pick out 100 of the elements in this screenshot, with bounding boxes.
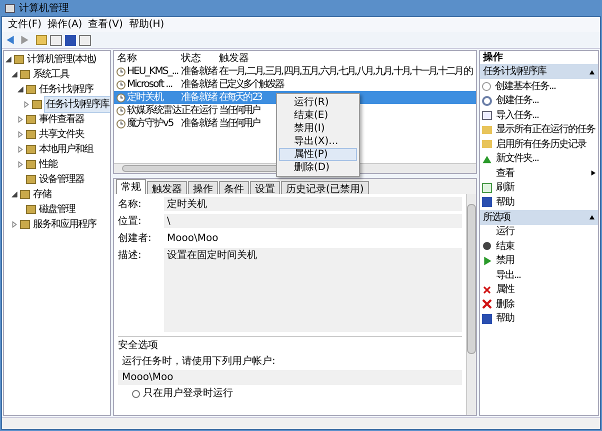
action-link[interactable]: 导入任务... xyxy=(496,108,539,123)
table-cell-text: 准备就绪 xyxy=(181,116,218,131)
table-cell-text: 当任何用户 xyxy=(219,104,259,118)
collapsed-arrow-icon[interactable] xyxy=(11,221,18,228)
menu-item[interactable]: 操作(A) xyxy=(48,17,82,32)
action-link[interactable]: 导出... xyxy=(496,268,521,283)
panel-icon[interactable] xyxy=(50,34,62,46)
table-cell-text: 定时关机 xyxy=(127,90,163,104)
text-field[interactable]: \ xyxy=(164,214,462,228)
task-row[interactable]: HEU_KMS_... 准备就绪 在 一月, 二月, 三月, 四月, 五月, 六月, 七月, 八月, 九月, 十月, 十一月, 十二月 的 xyxy=(114,65,472,78)
tree-item[interactable]: 性能 xyxy=(38,157,58,172)
task-row[interactable]: 魔方守护v5 准备就绪 当任何用户 xyxy=(114,117,259,130)
table-cell-text: HEU_KMS_... xyxy=(127,65,178,79)
tree-item[interactable]: 磁盘管理 xyxy=(38,202,76,217)
field-label: 描述: xyxy=(118,248,142,263)
vertical-scrollbar[interactable] xyxy=(466,194,476,415)
back-arrow-icon[interactable] xyxy=(6,35,16,45)
collapsed-arrow-icon[interactable] xyxy=(17,161,24,168)
table-cell-text: 软媒系统雷达 xyxy=(127,104,181,118)
action-link[interactable]: 查看 xyxy=(496,166,514,181)
tab[interactable]: 设置 xyxy=(250,181,280,194)
tree-item[interactable]: 服务和应用程序 xyxy=(32,217,97,232)
prompt-text: 运行任务时，请使用下列用户帐户: xyxy=(121,354,276,369)
tree-item[interactable]: 事件查看器 xyxy=(38,112,85,127)
section-header[interactable]: 任务计划程序库 xyxy=(480,64,598,79)
table-cell-text: 已定义多个触发器 xyxy=(219,78,283,92)
expanded-arrow-icon[interactable] xyxy=(11,71,18,78)
menu-item[interactable]: 属性(P) xyxy=(279,148,357,161)
tree-item[interactable]: 存储 xyxy=(32,187,52,202)
collapse-arrow-icon[interactable] xyxy=(589,214,595,220)
collapse-arrow-icon[interactable] xyxy=(589,68,595,74)
menu-item[interactable]: 结束(E) xyxy=(279,109,357,122)
account-field: Mooo\Moo xyxy=(118,370,462,385)
task-row[interactable]: Microsoft ... 准备就绪 已定义多个触发器 xyxy=(114,78,283,91)
tree-item[interactable]: 系统工具 xyxy=(32,67,70,82)
action-link[interactable]: 删除 xyxy=(496,296,514,312)
action-link[interactable]: 启用所有任务历史记录 xyxy=(496,136,586,152)
tree-item[interactable]: 计算机管理(本地) xyxy=(26,52,97,67)
delete-icon xyxy=(482,299,492,310)
table-cell-text: 准备就绪 xyxy=(181,64,218,78)
action-link[interactable]: 创建基本任务... xyxy=(495,78,556,94)
play-icon xyxy=(482,256,492,266)
collapsed-arrow-icon[interactable] xyxy=(17,131,24,138)
window-title: 计算机管理 xyxy=(19,2,69,16)
field-label: 创建者: xyxy=(118,232,152,246)
submenu-arrow-icon xyxy=(590,170,596,176)
column-header[interactable]: 状态 xyxy=(181,50,219,66)
tree-item[interactable]: 本地用户和组 xyxy=(38,142,94,157)
task-row[interactable]: 软媒系统雷达正在运行 当任何用户 xyxy=(114,104,259,117)
collapsed-arrow-icon[interactable] xyxy=(23,101,30,108)
action-link[interactable]: 新文件夹... xyxy=(496,151,539,166)
collapsed-arrow-icon[interactable] xyxy=(17,116,24,123)
action-link[interactable]: 属性 xyxy=(496,282,514,298)
action-link[interactable]: 显示所有正在运行的任务 xyxy=(496,122,595,138)
table-cell-text: 魔方守护v5 xyxy=(127,116,174,131)
expanded-arrow-icon[interactable] xyxy=(17,86,24,93)
tab[interactable]: 常规 xyxy=(116,179,146,194)
tab[interactable]: 历史记录(已禁用) xyxy=(281,181,369,194)
menu-item[interactable]: 导出(X)... xyxy=(279,135,357,148)
tree-item[interactable]: 任务计划程序库 xyxy=(44,96,110,113)
table-cell-text: 在每天的 23 xyxy=(219,91,261,104)
expanded-arrow-icon[interactable] xyxy=(5,56,12,63)
text-field[interactable]: 设置在固定时间关机 xyxy=(164,248,462,332)
group-title: 安全选项 xyxy=(118,338,159,353)
tree-item[interactable]: 任务计划程序 xyxy=(38,82,94,97)
forward-arrow-icon[interactable] xyxy=(19,35,29,45)
action-link[interactable]: 刷新 xyxy=(496,180,514,196)
section-header[interactable]: 所选项 xyxy=(480,210,598,224)
expanded-arrow-icon[interactable] xyxy=(11,191,18,198)
action-link[interactable]: 帮助 xyxy=(496,311,514,326)
table-cell-text: 当任何用户 xyxy=(219,116,259,131)
table-cell-text: 准备就绪 xyxy=(181,90,218,104)
table-cell-text: Microsoft ... xyxy=(127,78,172,92)
tab[interactable]: 操作 xyxy=(188,181,218,194)
table-cell-text: 准备就绪 xyxy=(181,78,218,92)
collapsed-arrow-icon[interactable] xyxy=(17,146,24,153)
section-title: 任务计划程序库 xyxy=(483,64,546,79)
panel-icon[interactable] xyxy=(79,34,91,46)
tab[interactable]: 条件 xyxy=(219,181,249,194)
delete-icon xyxy=(483,286,491,294)
menu-item[interactable]: 文件(F) xyxy=(8,17,42,32)
up-arrow-icon xyxy=(482,154,492,164)
radio-button[interactable] xyxy=(132,390,140,398)
field-label: 名称: xyxy=(118,198,142,212)
text-field[interactable]: 定时关机 xyxy=(164,197,462,211)
column-header[interactable]: 触发器 xyxy=(219,50,249,66)
action-link[interactable]: 结束 xyxy=(496,238,514,254)
action-link[interactable]: 禁用 xyxy=(496,253,514,268)
action-link[interactable]: 创建任务... xyxy=(496,93,539,108)
menu-item[interactable]: 删除(D) xyxy=(279,161,357,174)
action-link[interactable]: 帮助 xyxy=(496,194,514,210)
pane-title: 操作 xyxy=(482,51,504,64)
menu-item[interactable]: 禁用(I) xyxy=(279,122,357,135)
menu-item[interactable]: 查看(V) xyxy=(88,17,123,32)
column-header[interactable]: 名称 xyxy=(114,50,181,66)
tab[interactable]: 触发器 xyxy=(147,181,187,194)
tree-item[interactable]: 共享文件夹 xyxy=(38,127,85,142)
action-link[interactable]: 运行 xyxy=(496,224,514,240)
menu-item[interactable]: 帮助(H) xyxy=(128,17,164,32)
tree-item[interactable]: 设备管理器 xyxy=(38,172,85,187)
